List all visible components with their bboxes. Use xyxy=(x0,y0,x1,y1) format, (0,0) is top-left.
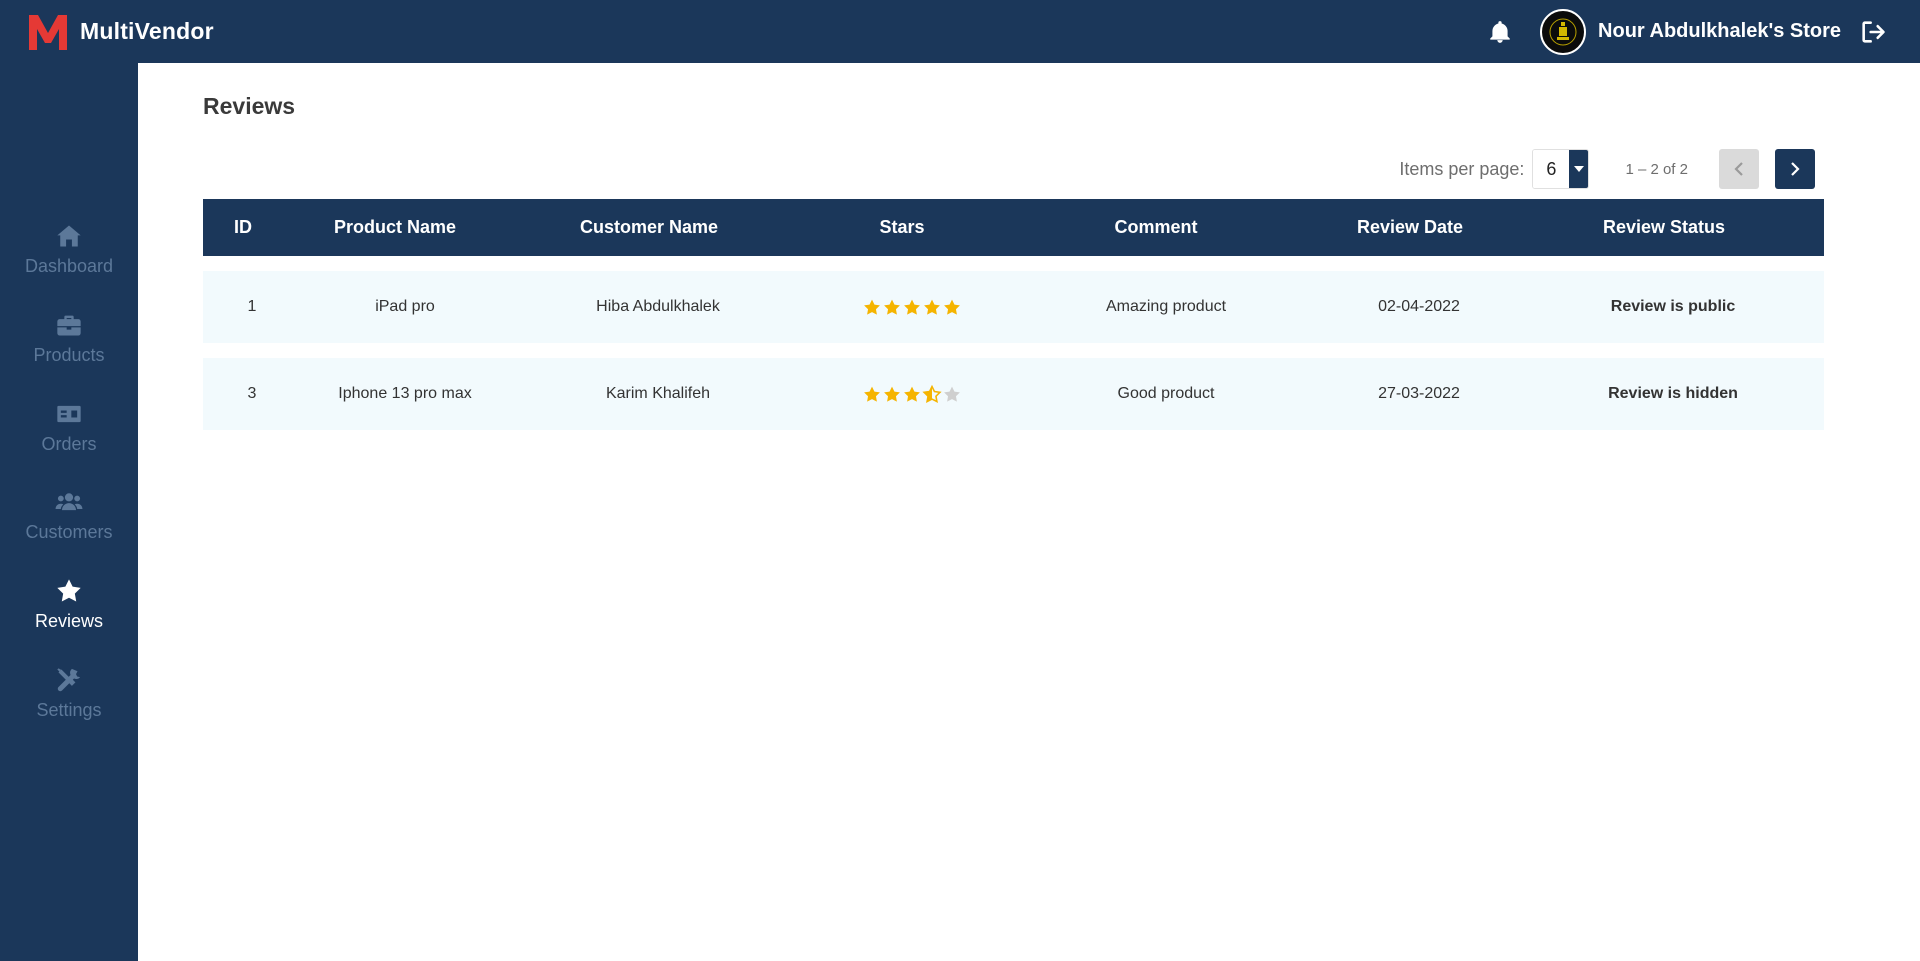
star-filled-icon xyxy=(904,386,920,402)
sidebar-item-label: Products xyxy=(33,345,105,365)
cell-customer-name: Karim Khalifeh xyxy=(605,385,711,402)
sidebar-item-dashboard[interactable]: Dashboard xyxy=(0,222,138,302)
previous-page-button[interactable] xyxy=(1719,149,1759,189)
star-rating xyxy=(863,298,962,317)
cell-id: 3 xyxy=(247,385,257,402)
star-rating xyxy=(863,384,962,404)
cell-comment: Amazing product xyxy=(1105,298,1227,315)
brand[interactable]: MultiVendor xyxy=(27,13,214,51)
money-bill-icon xyxy=(57,405,81,423)
sidebar-item-settings[interactable]: Settings xyxy=(0,666,138,746)
sidebar-item-label: Orders xyxy=(41,434,97,454)
briefcase-icon xyxy=(57,315,81,336)
brand-name: MultiVendor xyxy=(80,18,214,44)
cell-product-name: Iphone 13 pro max xyxy=(338,385,472,402)
sidebar-item-label: Customers xyxy=(25,522,113,542)
sidebar-item-reviews[interactable]: Reviews xyxy=(0,577,138,657)
sidebar: Dashboard Products Orders Customers Revi… xyxy=(0,63,138,961)
sidebar-item-label: Settings xyxy=(36,700,102,720)
tools-icon xyxy=(57,668,81,692)
table-row[interactable]: 1 iPad pro Hiba Abdulkhalek Amazing prod… xyxy=(203,271,1824,343)
items-per-page-value: 6 xyxy=(1533,150,1570,188)
sidebar-item-customers[interactable]: Customers xyxy=(0,488,138,568)
paginator: Items per page: 6 1 – 2 of 2 xyxy=(1399,149,1815,189)
star-half-icon xyxy=(922,384,942,403)
reviews-table: ID Product Name Customer Name Stars Comm… xyxy=(203,199,1824,430)
star-filled-icon xyxy=(904,299,920,315)
caret-down-icon xyxy=(1573,166,1584,172)
chevron-right-icon xyxy=(1791,162,1800,176)
column-header-id: ID xyxy=(234,217,252,237)
cell-review-status: Review is hidden xyxy=(1608,385,1738,402)
sidebar-item-label: Reviews xyxy=(34,611,104,631)
store-logo-icon xyxy=(1549,18,1577,45)
top-bar: MultiVendor Nour Abdulkhalek's Store xyxy=(0,0,1920,63)
cell-comment: Good product xyxy=(1117,385,1215,402)
sidebar-item-products[interactable]: Products xyxy=(0,311,138,391)
sidebar-item-label: Dashboard xyxy=(24,256,114,276)
star-filled-icon xyxy=(864,386,880,402)
star-filled-icon xyxy=(864,299,880,315)
star-filled-icon xyxy=(884,299,900,315)
page-title: Reviews xyxy=(203,93,296,119)
cell-stars xyxy=(863,271,962,343)
star-filled-icon xyxy=(944,299,960,315)
column-header-customer-name: Customer Name xyxy=(579,217,719,237)
table-header: ID Product Name Customer Name Stars Comm… xyxy=(203,199,1824,256)
items-per-page-label: Items per page: xyxy=(1399,158,1525,179)
logout-icon[interactable] xyxy=(1859,18,1887,46)
next-page-button[interactable] xyxy=(1775,149,1815,189)
column-header-comment: Comment xyxy=(1114,217,1198,237)
chevron-left-icon xyxy=(1734,162,1743,176)
cell-id: 1 xyxy=(247,298,257,315)
column-header-review-status: Review Status xyxy=(1602,217,1726,237)
range-label: 1 – 2 of 2 xyxy=(1625,160,1688,178)
cell-review-date: 02-04-2022 xyxy=(1378,298,1460,315)
cell-product-name: iPad pro xyxy=(375,298,435,315)
column-header-product-name: Product Name xyxy=(333,217,457,237)
sidebar-item-orders[interactable]: Orders xyxy=(0,400,138,480)
cell-review-date: 27-03-2022 xyxy=(1378,385,1460,402)
cell-stars xyxy=(863,358,962,430)
cell-customer-name: Hiba Abdulkhalek xyxy=(596,298,720,315)
star-icon xyxy=(57,579,81,602)
star-filled-icon xyxy=(924,299,940,315)
star-empty-icon xyxy=(944,386,960,402)
brand-logo-icon xyxy=(29,14,67,50)
home-icon xyxy=(57,225,81,247)
items-per-page-select[interactable]: 6 xyxy=(1532,149,1590,189)
dropdown-arrow xyxy=(1569,150,1589,188)
store-avatar[interactable] xyxy=(1540,8,1587,55)
bell-icon[interactable] xyxy=(1487,19,1513,45)
column-header-review-date: Review Date xyxy=(1356,217,1464,237)
column-header-stars: Stars xyxy=(879,217,925,237)
cell-review-status: Review is public xyxy=(1610,298,1736,315)
star-filled-icon xyxy=(884,386,900,402)
users-icon xyxy=(55,493,83,511)
store-name[interactable]: Nour Abdulkhalek's Store xyxy=(1598,20,1841,43)
table-row[interactable]: 3 Iphone 13 pro max Karim Khalifeh Good … xyxy=(203,358,1824,430)
